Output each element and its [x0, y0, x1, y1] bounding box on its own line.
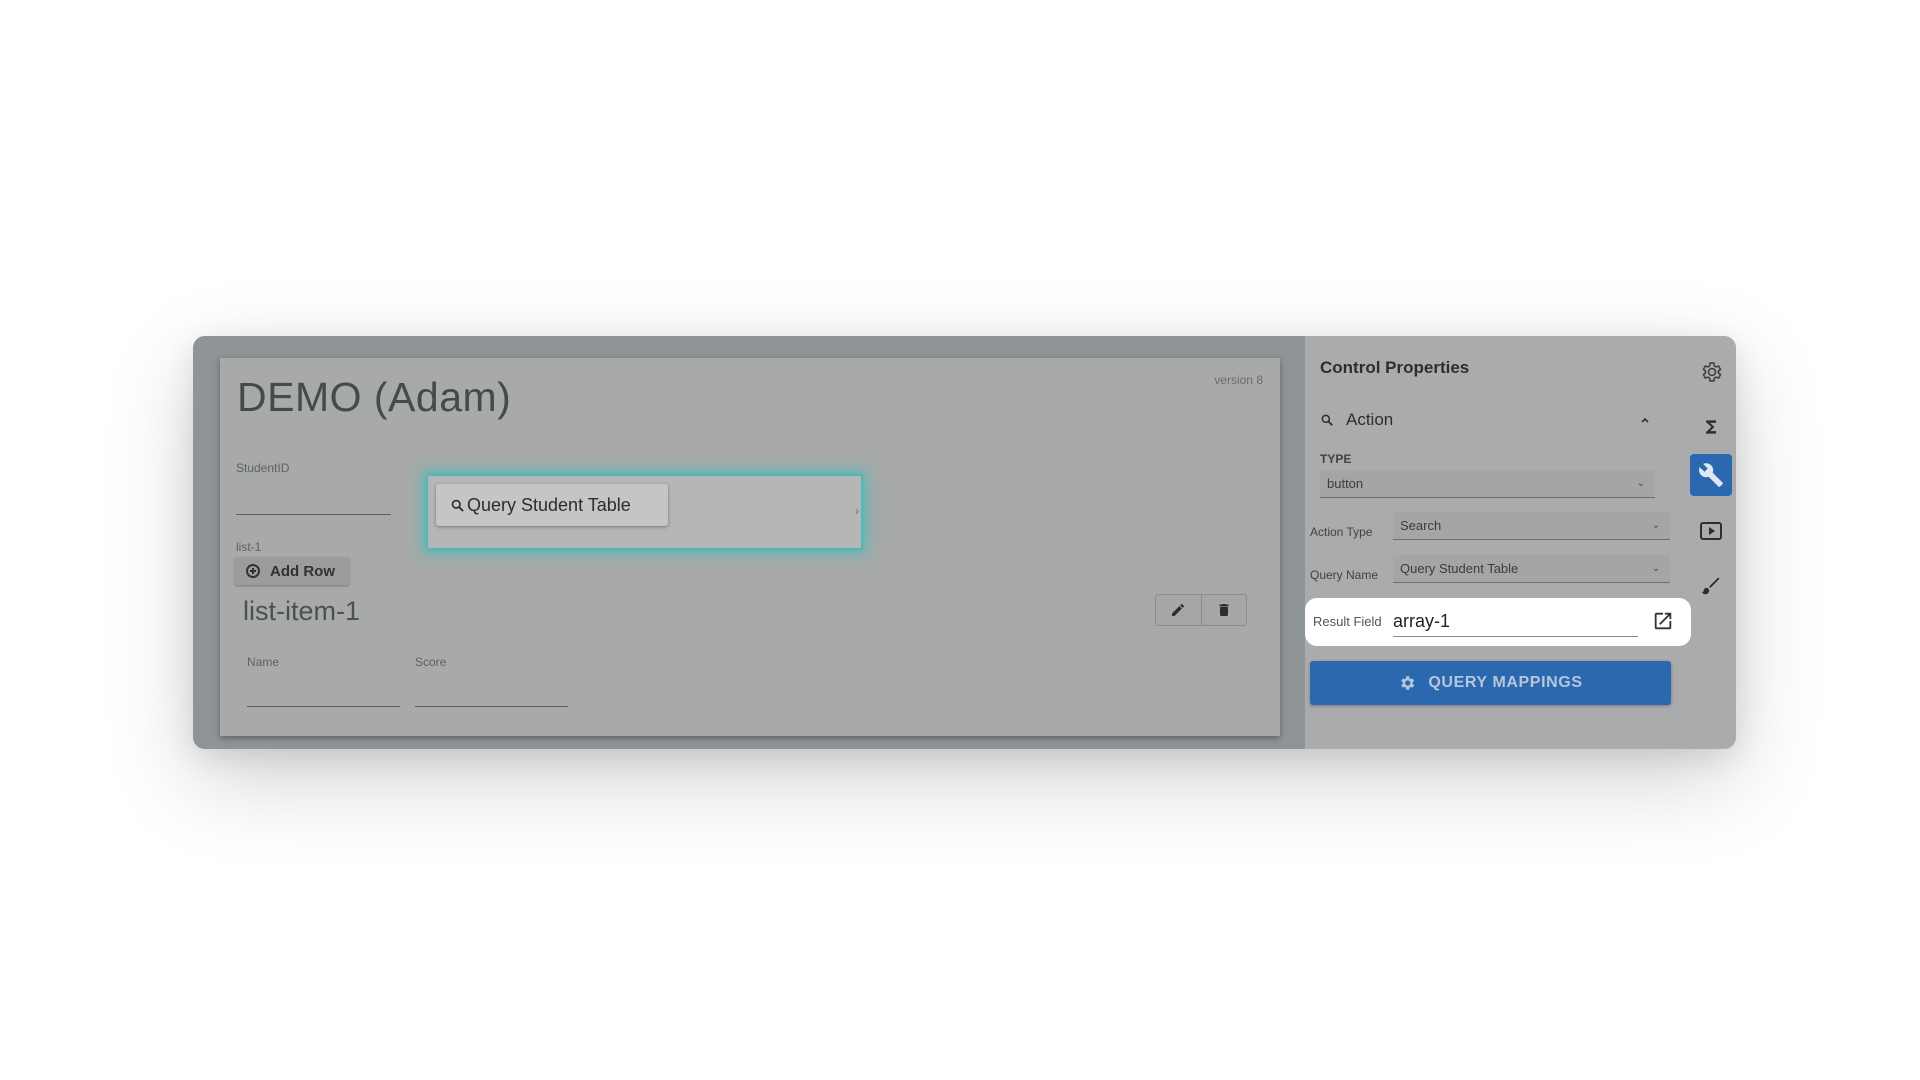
play-icon: [1700, 522, 1722, 540]
app-window: DEMO (Adam) version 8 StudentID list-1 A…: [193, 336, 1736, 749]
trash-icon: [1219, 604, 1229, 616]
chevron-up-icon: [1641, 417, 1649, 423]
type-value: button: [1327, 476, 1364, 491]
column-header-name: Name: [247, 655, 280, 669]
edit-button[interactable]: [1156, 595, 1201, 625]
action-type-value: Search: [1400, 518, 1442, 533]
action-type-label: Action Type: [1310, 525, 1373, 539]
query-mappings-label: QUERY MAPPINGS: [1428, 674, 1583, 691]
search-icon: [1321, 414, 1333, 426]
delete-button[interactable]: [1200, 595, 1247, 625]
search-icon: [451, 499, 464, 512]
action-section-header[interactable]: Action: [1320, 410, 1660, 430]
query-name-select[interactable]: Query Student Table ⌄: [1393, 555, 1670, 583]
query-student-table-button[interactable]: Query Student Table: [436, 484, 668, 526]
pencil-icon: [1172, 603, 1185, 616]
sigma-icon: [1706, 420, 1716, 434]
control-properties-panel: Control Properties Action TYPE button ⌄ …: [1305, 336, 1680, 749]
section-label: Action: [1346, 410, 1394, 429]
chevron-down-icon: ⌄: [1651, 520, 1660, 531]
style-tab[interactable]: [1690, 565, 1732, 607]
open-in-new-icon: [1654, 612, 1672, 630]
list-item-actions: [1155, 594, 1247, 626]
formula-tab[interactable]: [1690, 406, 1732, 448]
preview-tab[interactable]: [1690, 510, 1732, 552]
add-circle-icon: [246, 564, 260, 578]
query-name-value: Query Student Table: [1400, 561, 1519, 576]
gear-icon: [1702, 362, 1722, 382]
gear-icon: [1401, 676, 1415, 690]
chevron-down-icon: ⌄: [1636, 478, 1645, 489]
open-external-button[interactable]: [1652, 610, 1674, 637]
chevron-down-icon: ⌄: [1651, 563, 1660, 574]
form-card: DEMO (Adam) version 8 StudentID list-1 A…: [220, 358, 1280, 736]
score-field[interactable]: [415, 706, 568, 707]
type-label: TYPE: [1320, 452, 1352, 466]
list-item-title: list-item-1: [243, 596, 361, 626]
wrench-icon: [1699, 463, 1723, 487]
brush-icon: [1701, 577, 1720, 595]
result-field-input[interactable]: array-1: [1393, 608, 1638, 637]
design-canvas: DEMO (Adam) version 8 StudentID list-1 A…: [193, 336, 1305, 749]
type-select[interactable]: button ⌄: [1320, 470, 1655, 498]
column-header-score: Score: [415, 655, 447, 669]
query-mappings-button[interactable]: QUERY MAPPINGS: [1310, 661, 1671, 705]
settings-tab[interactable]: [1690, 351, 1732, 393]
form-title: DEMO (Adam): [237, 374, 512, 420]
student-id-field[interactable]: [236, 514, 391, 515]
version-label: version 8: [1214, 373, 1263, 387]
name-field[interactable]: [247, 706, 400, 707]
chevron-right-icon: ›: [855, 504, 859, 518]
properties-tab[interactable]: [1690, 454, 1732, 496]
action-type-select[interactable]: Search ⌄: [1393, 512, 1670, 540]
query-student-table-label: Query Student Table: [467, 494, 631, 515]
result-field-label: Result Field: [1313, 614, 1382, 629]
query-name-label: Query Name: [1310, 568, 1379, 582]
add-row-button[interactable]: Add Row: [235, 557, 349, 585]
result-field-row: Result Field array-1: [1305, 598, 1691, 646]
selected-control-popup: Query Student Table ›: [428, 476, 861, 548]
tool-rail: [1680, 336, 1736, 749]
add-row-label: Add Row: [270, 562, 335, 580]
student-id-label: StudentID: [236, 461, 290, 475]
panel-title: Control Properties: [1320, 358, 1470, 377]
list-label: list-1: [236, 540, 262, 554]
